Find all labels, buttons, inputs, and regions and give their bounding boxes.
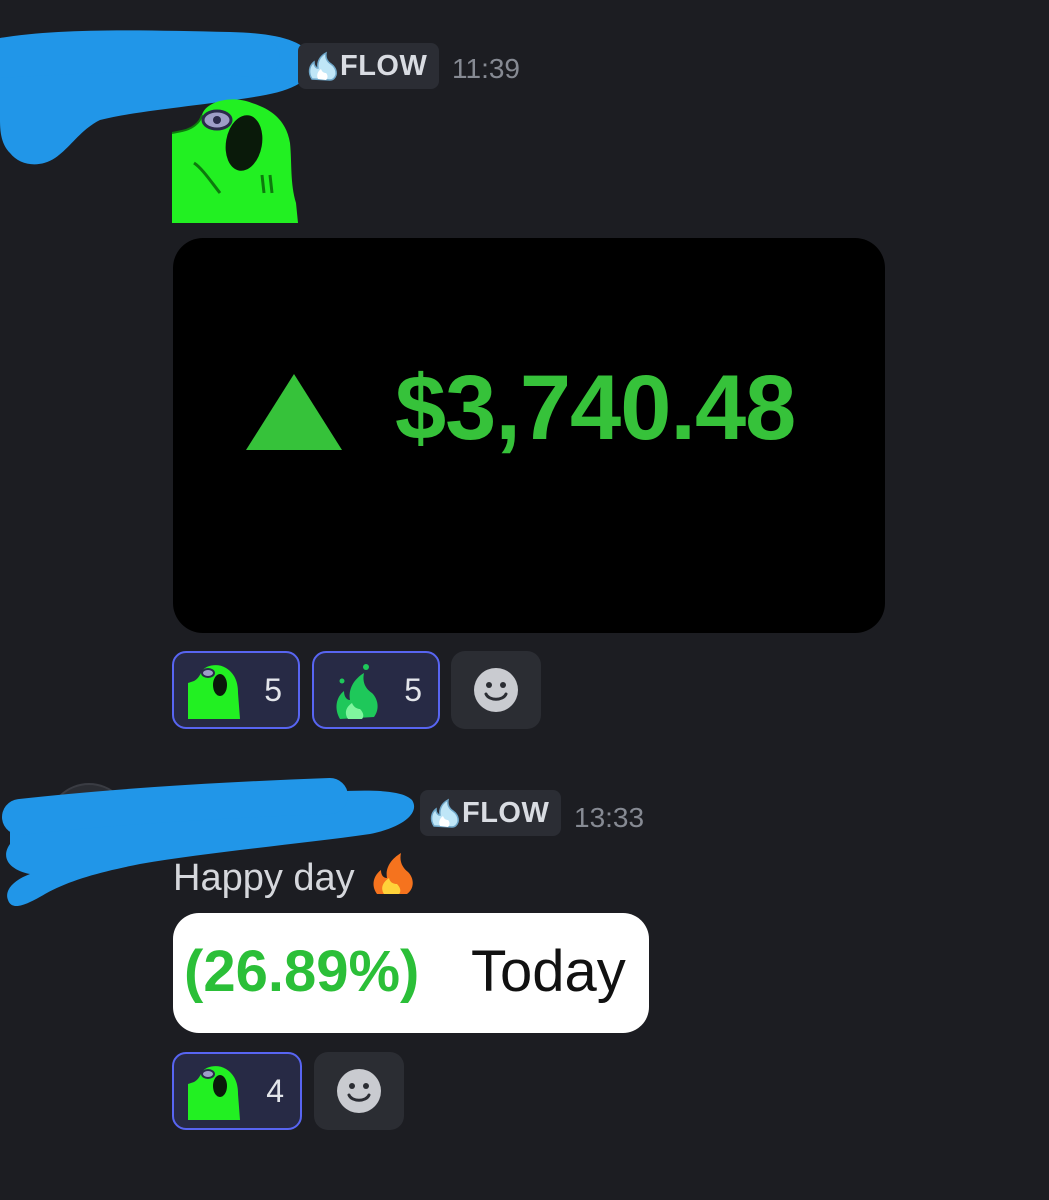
green-fire-icon <box>336 664 378 719</box>
up-arrow-icon <box>246 374 342 450</box>
today-gain-image[interactable]: (26.89%) Today <box>173 913 649 1033</box>
stock-gain-value: $3,740.48 <box>395 357 796 459</box>
message-timestamp: 11:39 <box>452 53 520 84</box>
role-tag[interactable]: FLOW <box>420 790 562 836</box>
add-reaction-button[interactable] <box>314 1052 404 1130</box>
frog-emoji-icon <box>188 665 240 719</box>
message-text-content: Happy day <box>173 857 355 899</box>
role-tag[interactable]: FLOW <box>298 43 440 89</box>
role-tag-label: FLOW <box>340 49 428 82</box>
reaction-frog[interactable]: 4 <box>172 1052 302 1130</box>
reaction-count: 5 <box>404 671 422 708</box>
message-text: Happy day <box>173 850 413 900</box>
reaction-green-fire[interactable]: 5 <box>312 651 440 729</box>
smiley-icon <box>474 668 518 712</box>
reaction-count: 4 <box>266 1072 284 1109</box>
role-tag-label: FLOW <box>462 796 550 829</box>
flame-role-icon <box>308 51 337 81</box>
add-reaction-button[interactable] <box>451 651 541 729</box>
fire-emoji <box>373 853 413 894</box>
flame-role-icon <box>430 798 459 828</box>
frog-emoji <box>172 99 298 223</box>
frog-emoji-icon <box>188 1066 240 1120</box>
reaction-count: 5 <box>264 671 282 708</box>
message-timestamp: 13:33 <box>574 802 645 833</box>
today-percent: (26.89%) <box>184 939 420 1004</box>
smiley-icon <box>337 1069 381 1113</box>
today-label: Today <box>471 939 626 1004</box>
reaction-frog[interactable]: 5 <box>172 651 300 729</box>
stock-gain-image[interactable]: $3,740.48 <box>173 238 885 633</box>
